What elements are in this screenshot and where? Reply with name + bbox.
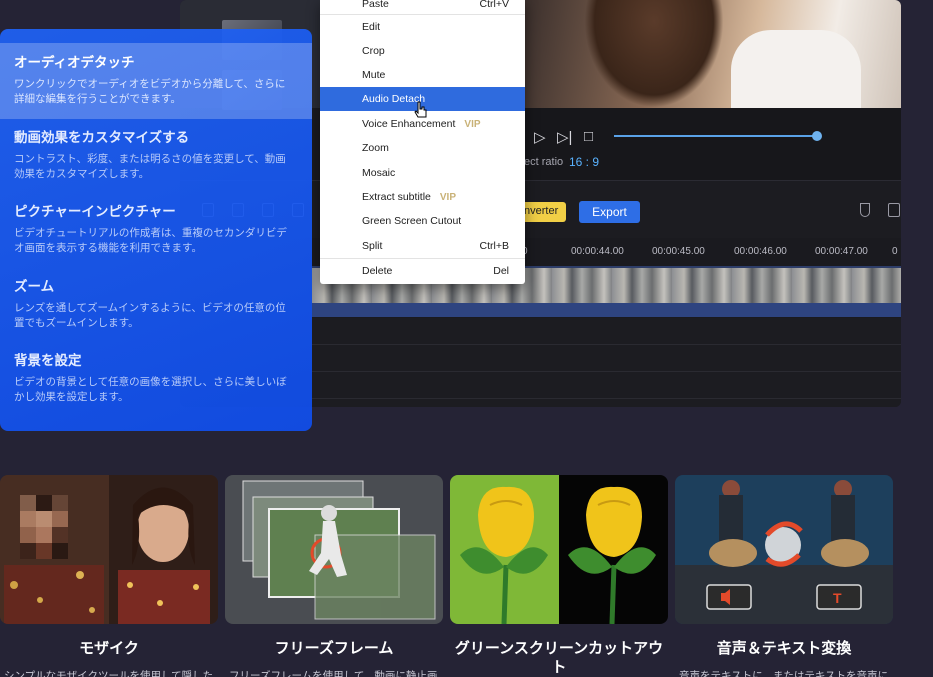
menu-item-label: Zoom: [362, 142, 389, 154]
play-icon[interactable]: ▷: [534, 128, 546, 146]
feature-title: 動画効果をカスタマイズする: [14, 130, 190, 145]
menu-item-delete[interactable]: Delete Del: [320, 259, 525, 283]
ruler-tick-label: 00:00:46.00: [734, 246, 787, 257]
fit-icon[interactable]: [888, 203, 900, 217]
stop-icon[interactable]: □: [584, 128, 593, 145]
preview-subject: [584, 0, 724, 108]
card-description: 音声をテキストに、またはテキストを音声に: [679, 670, 889, 677]
speech-text-image: T: [675, 475, 893, 624]
card-image-freeze-frame[interactable]: [225, 475, 443, 624]
card-title-green-screen: グリーンスクリーンカットアウ ト: [454, 640, 664, 676]
ruler-tick-label: 0: [892, 246, 898, 257]
feature-title: ピクチャーインピクチャー: [14, 204, 176, 219]
menu-item-shortcut: Ctrl+V: [479, 0, 509, 10]
feature-description: ビデオチュートリアルの作成者は、重複のセカンダリビデ オ画面を表示する機能を利用…: [14, 227, 287, 254]
ruler-tick-label: 00:00:45.00: [652, 246, 705, 257]
next-frame-icon[interactable]: ▷|: [557, 128, 572, 146]
menu-item-mute[interactable]: Mute: [320, 63, 525, 87]
feature-picture-in-picture[interactable]: ピクチャーインピクチャー ビデオチュートリアルの作成者は、重複のセカンダリビデ …: [0, 200, 312, 256]
menu-item-zoom[interactable]: Zoom: [320, 136, 525, 160]
card-title-freeze-frame: フリーズフレーム: [274, 640, 394, 657]
menu-item-label: Paste: [362, 0, 389, 10]
aspect-ratio-label: ect ratio: [524, 156, 564, 168]
menu-item-label: Crop: [362, 45, 385, 57]
feature-description: ビデオの背景として任意の画像を選択し、さらに美しいぼ かし効果を設定します。: [14, 376, 287, 403]
feature-audio-detach[interactable]: オーディオデタッチ ワンクリックでオーディオをビデオから分離して、さらに 詳細な…: [0, 43, 312, 119]
menu-item-label: Green Screen Cutout: [362, 215, 462, 227]
menu-item-label: Split: [362, 240, 383, 252]
playback-slider[interactable]: [614, 135, 814, 137]
context-menu: Paste Ctrl+V Edit Crop Mute Audio Detach…: [320, 0, 525, 284]
green-screen-image: [450, 475, 668, 624]
card-image-mosaic[interactable]: [0, 475, 218, 624]
audio-clip[interactable]: [312, 303, 901, 317]
video-preview: [524, 0, 901, 108]
feature-customize-effects[interactable]: 動画効果をカスタマイズする コントラスト、彩度、または明るさの値を変更して、動画…: [0, 126, 312, 182]
converter-button[interactable]: nverter: [518, 202, 566, 222]
menu-item-extract-subtitle[interactable]: Extract subtitle VIP: [320, 185, 525, 209]
feature-title: ズーム: [14, 279, 55, 294]
feature-description: ワンクリックでオーディオをビデオから分離して、さらに 詳細な編集を行うことができ…: [14, 78, 286, 105]
hand-cursor-icon: [414, 101, 427, 118]
ruler-tick-label: 00:00:44.00: [571, 246, 624, 257]
card-image-green-screen[interactable]: [450, 475, 668, 624]
marker-icon[interactable]: [860, 203, 870, 217]
menu-item-shortcut: Del: [493, 265, 509, 277]
feature-set-background[interactable]: 背景を設定 ビデオの背景として任意の画像を選択し、さらに美しいぼ かし効果を設定…: [0, 349, 312, 405]
aspect-ratio-value[interactable]: 16 : 9: [569, 155, 599, 169]
menu-item-mosaic[interactable]: Mosaic: [320, 161, 525, 185]
vip-badge: VIP: [464, 119, 481, 130]
feature-description: コントラスト、彩度、または明るさの値を変更して、動画 効果をカスタマイズします。: [14, 153, 286, 180]
menu-item-shortcut: Ctrl+B: [479, 240, 509, 252]
feature-title: オーディオデタッチ: [14, 55, 135, 70]
player-controls: ▷ ▷| □ ect ratio 16 : 9: [524, 108, 901, 180]
menu-item-split[interactable]: Split Ctrl+B: [320, 234, 525, 258]
menu-item-label: Extract subtitle: [362, 191, 431, 203]
card-description: フリーズフレームを使用して、動画に静止画: [229, 670, 438, 677]
card-title-mosaic: モザイク: [79, 640, 139, 657]
menu-item-label: Edit: [362, 21, 381, 33]
feature-title: 背景を設定: [14, 353, 82, 368]
card-image-speech-text[interactable]: T: [675, 475, 893, 624]
mosaic-image: [0, 475, 218, 624]
export-button[interactable]: Export: [579, 201, 640, 223]
menu-item-label: Mosaic: [362, 167, 396, 179]
playback-slider-knob[interactable]: [812, 131, 822, 141]
vip-badge: VIP: [439, 192, 456, 203]
feature-list-panel: オーディオデタッチ ワンクリックでオーディオをビデオから分離して、さらに 詳細な…: [0, 29, 312, 431]
menu-item-green-screen-cutout[interactable]: Green Screen Cutout: [320, 209, 525, 233]
menu-item-label: Delete: [362, 265, 393, 277]
freeze-frame-image: [225, 475, 443, 624]
card-title-speech-text: 音声＆テキスト変換: [716, 640, 852, 657]
card-description: シンプルなモザイクツールを使用して隠した: [4, 670, 214, 677]
menu-item-label: Voice Enhancement: [362, 118, 456, 130]
menu-item-edit[interactable]: Edit: [320, 15, 525, 39]
timeline-tracks[interactable]: [312, 318, 901, 407]
svg-text:T: T: [833, 590, 842, 606]
menu-item-label: Mute: [362, 69, 386, 81]
menu-item-crop[interactable]: Crop: [320, 39, 525, 63]
feature-zoom[interactable]: ズーム レンズを通してズームインするように、ビデオの任意の位 置でもズームインし…: [0, 275, 312, 331]
preview-subject: [731, 30, 861, 108]
feature-description: レンズを通してズームインするように、ビデオの任意の位 置でもズームインします。: [14, 302, 286, 329]
ruler-tick-label: 00:00:47.00: [815, 246, 868, 257]
